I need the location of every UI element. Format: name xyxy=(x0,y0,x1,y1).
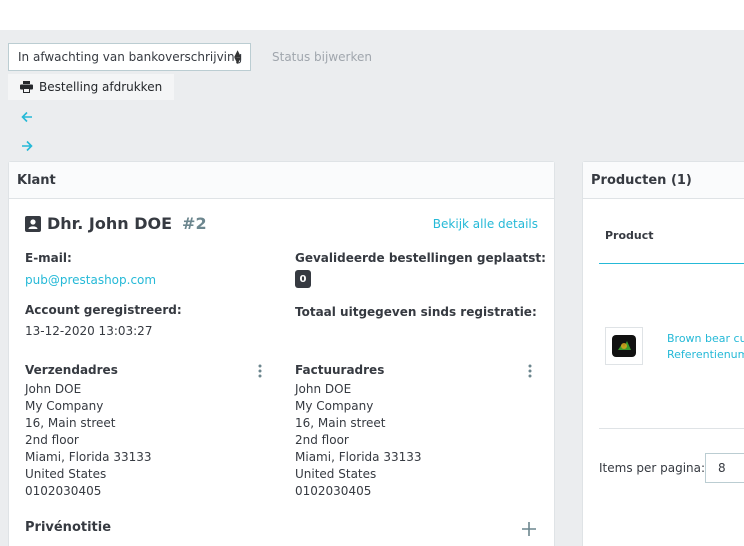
header-underline xyxy=(599,263,744,264)
customer-name: Dhr. John DOE xyxy=(47,214,173,233)
product-name: Brown bear cus xyxy=(667,332,744,345)
address-line: United States xyxy=(25,467,107,481)
address-line: John DOE xyxy=(25,382,82,396)
products-card: Producten (1) Product Brown bear cus Ref… xyxy=(582,161,744,546)
product-reference: Referentienumr xyxy=(667,348,744,361)
registered-value: 13-12-2020 13:03:27 xyxy=(25,324,153,338)
view-all-details-link[interactable]: Bekijk alle details xyxy=(433,217,538,231)
address-line: My Company xyxy=(25,399,104,413)
address-line: 0102030405 xyxy=(25,484,102,498)
address-line: United States xyxy=(295,467,377,481)
total-spent-label: Totaal uitgegeven sinds registratie: xyxy=(295,305,537,319)
contact-card-icon xyxy=(25,215,41,232)
address-line: Miami, Florida 33133 xyxy=(25,450,152,464)
update-status-button[interactable]: Status bijwerken xyxy=(258,43,386,71)
print-order-button[interactable]: Bestelling afdrukken xyxy=(8,74,175,100)
private-note-label: Privénotitie xyxy=(25,520,112,535)
address-line: My Company xyxy=(295,399,374,413)
address-line: 16, Main street xyxy=(295,416,386,430)
email-label: E-mail: xyxy=(25,251,72,265)
order-status-value: In afwachting van bankoverschrijving xyxy=(18,50,243,64)
arrow-right-icon[interactable] xyxy=(20,139,34,153)
divider xyxy=(599,428,744,429)
validated-orders-label: Gevalideerde bestellingen geplaatst: xyxy=(295,251,546,265)
registered-label: Account geregistreerd: xyxy=(25,303,182,317)
product-name-link[interactable]: Brown bear cus Referentienumr xyxy=(667,331,744,363)
shipping-more-icon[interactable] xyxy=(258,364,262,378)
print-order-label: Bestelling afdrukken xyxy=(39,80,163,94)
invoice-more-icon[interactable] xyxy=(528,364,532,378)
select-arrows-icon: ▲ ▼ xyxy=(234,49,241,66)
items-per-page-input[interactable]: 8 xyxy=(705,453,744,483)
customer-name-row: Dhr. John DOE #2 xyxy=(25,214,207,233)
invoice-address: John DOE My Company 16, Main street 2nd … xyxy=(295,381,422,500)
shipping-address-label: Verzendadres xyxy=(25,363,118,377)
add-note-icon[interactable] xyxy=(522,522,536,536)
product-column-header: Product xyxy=(605,229,654,242)
address-line: John DOE xyxy=(295,382,352,396)
top-bar xyxy=(0,0,744,30)
product-image xyxy=(612,335,636,357)
printer-icon xyxy=(20,81,33,93)
arrow-left-icon[interactable] xyxy=(20,110,34,124)
product-thumbnail[interactable] xyxy=(605,327,643,365)
order-status-select[interactable]: In afwachting van bankoverschrijving ▲ ▼ xyxy=(8,43,251,71)
address-line: 0102030405 xyxy=(295,484,372,498)
address-line: Miami, Florida 33133 xyxy=(295,450,422,464)
address-line: 2nd floor xyxy=(295,433,349,447)
customer-card-title: Klant xyxy=(9,162,554,199)
email-link[interactable]: pub@prestashop.com xyxy=(25,273,156,287)
products-card-title: Producten (1) xyxy=(583,162,744,199)
validated-orders-badge: 0 xyxy=(295,270,311,288)
items-per-page-label: Items per pagina: xyxy=(599,461,706,475)
invoice-address-label: Factuuradres xyxy=(295,363,385,377)
address-line: 16, Main street xyxy=(25,416,116,430)
customer-card: Klant Dhr. John DOE #2 Bekijk alle detai… xyxy=(8,161,555,546)
shipping-address: John DOE My Company 16, Main street 2nd … xyxy=(25,381,152,500)
customer-id: #2 xyxy=(182,214,207,233)
address-line: 2nd floor xyxy=(25,433,79,447)
